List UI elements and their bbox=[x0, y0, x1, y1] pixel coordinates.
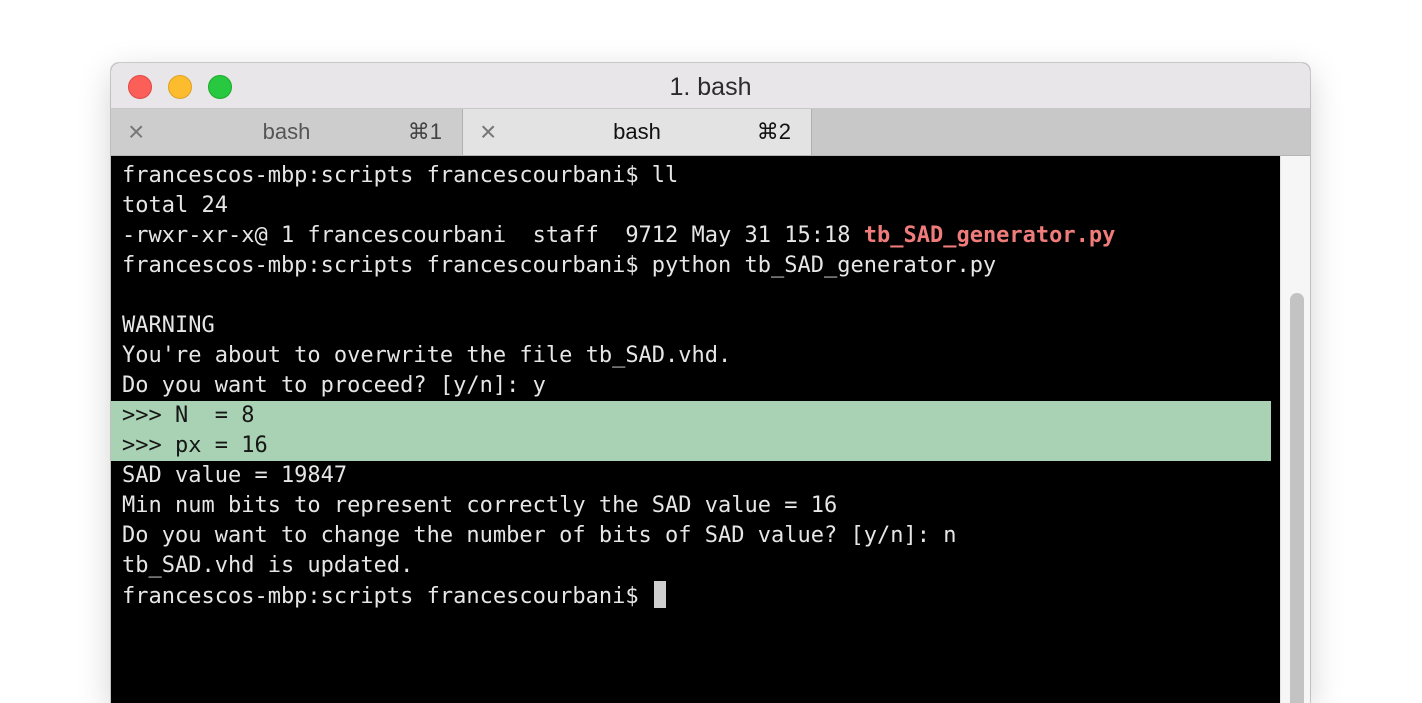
executable-file-name: tb_SAD_generator.py bbox=[863, 223, 1116, 248]
tab-bash-1[interactable]: × bash ⌘1 bbox=[111, 109, 463, 155]
terminal-line: WARNING bbox=[122, 313, 215, 338]
terminal-window: 1. bash × bash ⌘1 × bash ⌘2 francescos-m… bbox=[111, 63, 1310, 703]
terminal-line: francescos-mbp:scripts francescourbani$ … bbox=[122, 253, 997, 278]
terminal-line-highlighted: >>> px = 16 bbox=[122, 433, 268, 458]
terminal-line-highlighted: >>> N = 8 bbox=[122, 403, 255, 428]
selection-highlight bbox=[111, 401, 1271, 461]
window-title: 1. bash bbox=[669, 73, 752, 101]
tab-bar: × bash ⌘1 × bash ⌘2 bbox=[111, 109, 1310, 156]
terminal-line: Min num bits to represent correctly the … bbox=[122, 493, 838, 518]
terminal-line: Do you want to proceed? [y/n]: y bbox=[122, 373, 546, 398]
text-cursor bbox=[653, 581, 666, 608]
terminal-line: tb_SAD.vhd is updated. bbox=[122, 553, 414, 578]
tab-bash-2[interactable]: × bash ⌘2 bbox=[463, 109, 812, 155]
scrollbar-thumb[interactable] bbox=[1290, 293, 1304, 703]
prompt: francescos-mbp:scripts francescourbani$ bbox=[122, 584, 652, 609]
terminal-line: -rwxr-xr-x@ 1 francescourbani staff 9712… bbox=[122, 221, 1115, 251]
terminal-output[interactable]: francescos-mbp:scripts francescourbani$ … bbox=[111, 156, 1280, 703]
terminal-line: total 24 bbox=[122, 193, 228, 218]
terminal-line: francescos-mbp:scripts francescourbani$ … bbox=[122, 163, 679, 188]
file-listing: -rwxr-xr-x@ 1 francescourbani staff 9712… bbox=[122, 223, 864, 248]
scrollbar[interactable] bbox=[1280, 156, 1310, 703]
tab-shortcut: ⌘1 bbox=[407, 119, 442, 144]
title-bar[interactable]: 1. bash bbox=[111, 63, 1310, 109]
terminal-line: SAD value = 19847 bbox=[122, 463, 348, 488]
terminal-line: Do you want to change the number of bits… bbox=[122, 523, 957, 548]
tab-shortcut: ⌘2 bbox=[756, 119, 791, 144]
terminal-prompt-line[interactable]: francescos-mbp:scripts francescourbani$ bbox=[122, 581, 666, 611]
terminal-line: You're about to overwrite the file tb_SA… bbox=[122, 343, 732, 368]
